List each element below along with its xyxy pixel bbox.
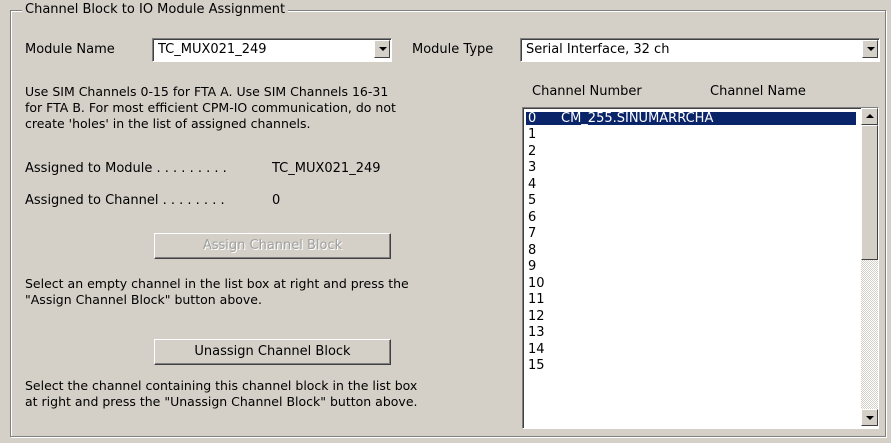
channel-number: 8 — [528, 243, 537, 258]
assign-channel-block-button[interactable]: Assign Channel Block — [154, 233, 391, 259]
scroll-down-button[interactable] — [861, 409, 878, 426]
channel-number: 12 — [528, 309, 545, 324]
module-name-dropdown[interactable]: TC_MUX021_249 — [152, 38, 392, 62]
scrollbar-thumb[interactable] — [861, 125, 878, 260]
group-title: Channel Block to IO Module Assignment — [22, 2, 289, 17]
unassign-help-text: Select the channel containing this chann… — [25, 378, 417, 410]
assigned-module-value: TC_MUX021_249 — [272, 161, 381, 176]
unassign-channel-block-button[interactable]: Unassign Channel Block — [154, 339, 391, 365]
assigned-module-label: Assigned to Module . . . . . . . . . — [25, 161, 227, 176]
assign-help-text: Select an empty channel in the list box … — [25, 276, 409, 308]
column-header-channel-name: Channel Name — [710, 84, 806, 99]
channel-number: 11 — [528, 292, 545, 307]
arrow-down-icon — [866, 416, 874, 420]
channel-number: 4 — [528, 177, 537, 192]
unassign-help-line: at right and press the "Unassign Channel… — [25, 394, 418, 409]
module-name-label: Module Name — [25, 42, 115, 57]
module-type-dropdown[interactable]: Serial Interface, 32 ch — [520, 38, 880, 62]
module-name-value: TC_MUX021_249 — [158, 42, 267, 57]
module-type-value: Serial Interface, 32 ch — [526, 42, 670, 57]
channel-number: 1 — [528, 127, 537, 142]
info-line: create 'holes' in the list of assigned c… — [25, 116, 311, 131]
channel-name: CM_255.SINUMARRCHA — [561, 111, 714, 126]
list-item[interactable]: 0 CM_255.SINUMARRCHA — [525, 111, 857, 126]
unassign-help-line: Select the channel containing this chann… — [25, 378, 418, 393]
arrow-up-icon — [866, 114, 874, 118]
channel-number: 10 — [528, 276, 545, 291]
assign-help-line: Select an empty channel in the list box … — [25, 276, 409, 291]
channel-number: 2 — [528, 144, 537, 159]
channel-number: 13 — [528, 325, 545, 340]
channel-number: 7 — [528, 226, 537, 241]
chevron-down-icon — [867, 47, 875, 51]
vertical-scrollbar[interactable] — [861, 108, 878, 426]
channel-listbox[interactable]: 0 CM_255.SINUMARRCHA 1 2 3 4 5 6 7 8 9 1… — [522, 107, 879, 429]
module-type-dropdown-button[interactable] — [862, 40, 878, 58]
info-line: Use SIM Channels 0-15 for FTA A. Use SIM… — [25, 84, 389, 99]
channel-number: 14 — [528, 342, 545, 357]
assigned-channel-label: Assigned to Channel . . . . . . . . — [25, 193, 225, 208]
module-name-dropdown-button[interactable] — [374, 40, 390, 58]
channel-number: 15 — [528, 358, 545, 373]
info-line: for FTA B. For most efficient CPM-IO com… — [25, 100, 396, 115]
assign-help-line: "Assign Channel Block" button above. — [25, 292, 262, 307]
module-type-label: Module Type — [412, 42, 494, 57]
channel-number: 0 — [528, 111, 537, 126]
column-header-channel-number: Channel Number — [532, 84, 642, 99]
info-text: Use SIM Channels 0-15 for FTA A. Use SIM… — [25, 84, 396, 132]
chevron-down-icon — [379, 47, 387, 51]
channel-number: 6 — [528, 210, 537, 225]
assigned-channel-value: 0 — [272, 193, 281, 208]
channel-number: 9 — [528, 259, 537, 274]
scroll-up-button[interactable] — [861, 108, 878, 125]
channel-number: 5 — [528, 193, 537, 208]
channel-number: 3 — [528, 160, 537, 175]
